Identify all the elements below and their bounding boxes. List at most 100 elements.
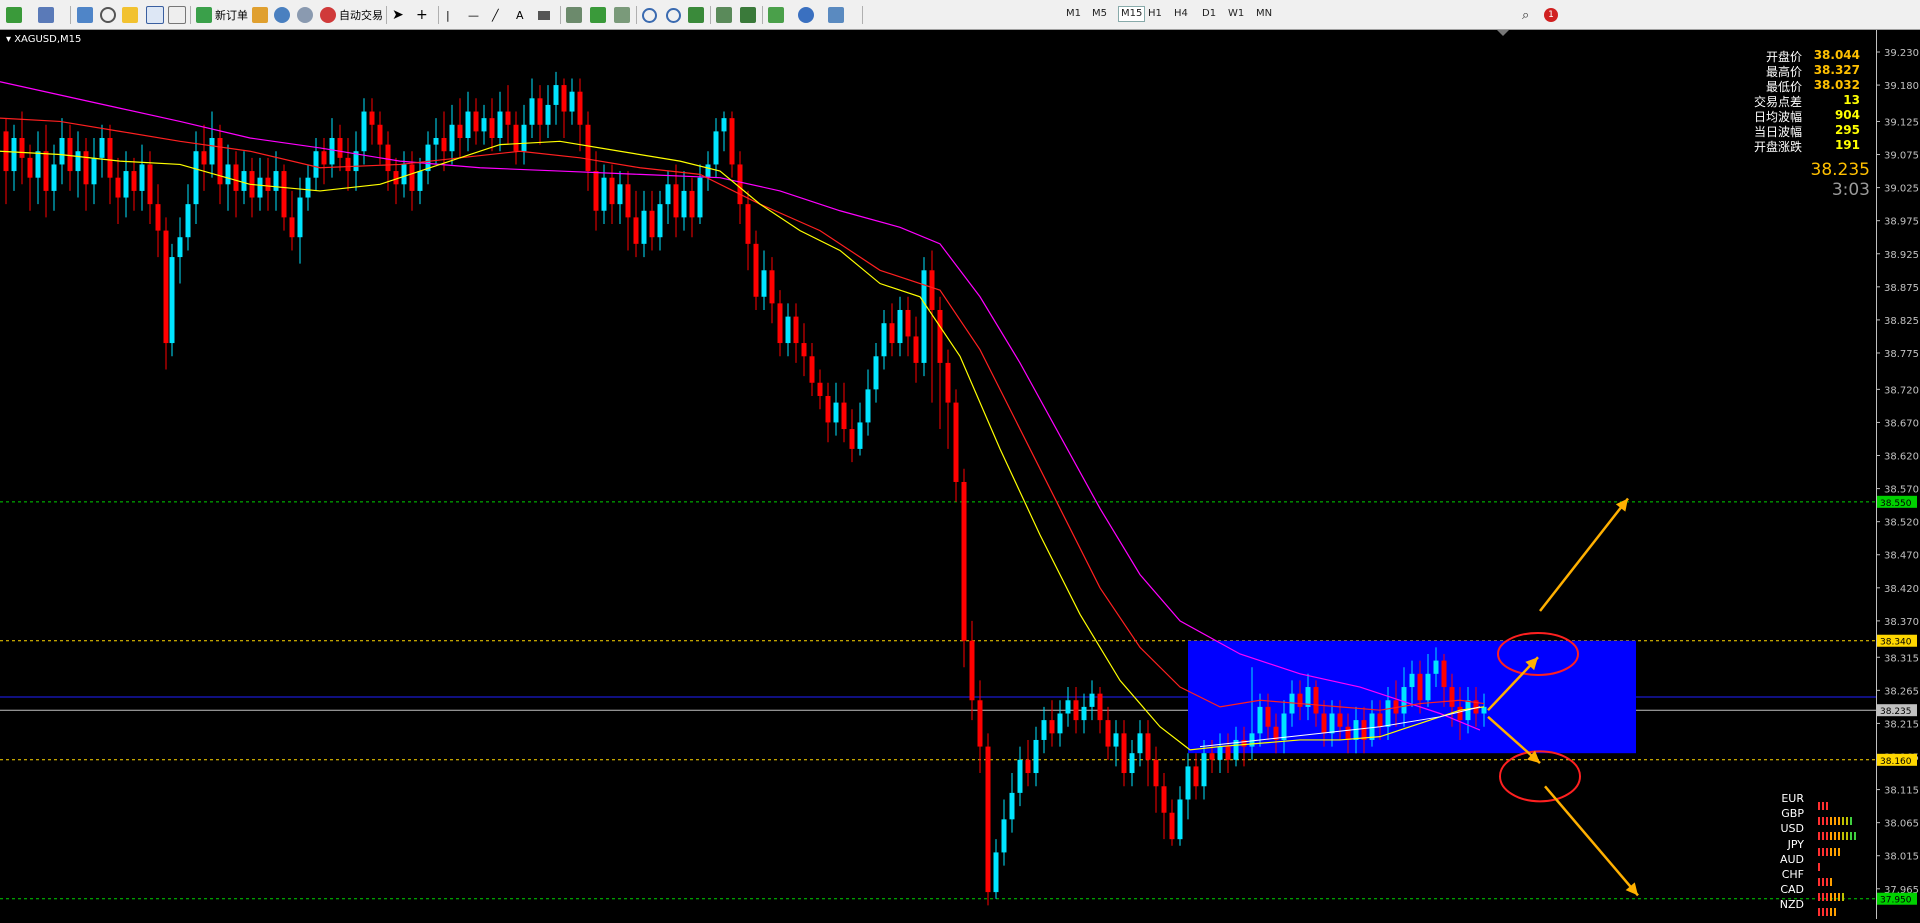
price-tick-label: 38.975	[1884, 217, 1919, 228]
trendline-button[interactable]: ╱	[492, 4, 499, 26]
price-tick-label: 38.115	[1884, 786, 1919, 797]
chart-shift-button[interactable]	[716, 4, 732, 26]
candle-body	[281, 171, 287, 218]
candle-body	[1401, 687, 1407, 714]
label-tool-button[interactable]	[538, 4, 550, 26]
candle-body	[521, 124, 527, 152]
new-chart-button[interactable]	[6, 4, 22, 26]
auto-trading-button[interactable]: 自动交易	[320, 4, 383, 26]
candle-body	[1425, 673, 1431, 701]
candle-body	[169, 257, 175, 344]
timeframe-m15[interactable]: M15	[1118, 6, 1146, 22]
strategy-tester-button[interactable]	[168, 4, 186, 26]
candle-body	[1025, 759, 1031, 774]
candle-body	[961, 481, 967, 641]
candle-body	[713, 131, 719, 165]
vertical-line-button[interactable]: |	[446, 4, 450, 26]
candle-body	[51, 164, 57, 191]
market-button[interactable]	[297, 4, 313, 26]
candle-body	[337, 137, 343, 158]
price-tick-label: 38.015	[1884, 852, 1919, 863]
candle-body	[1313, 687, 1319, 714]
candle-body	[657, 204, 663, 238]
market-watch-button[interactable]	[77, 4, 93, 26]
line-chart-button[interactable]	[614, 4, 630, 26]
timeframe-d1[interactable]: D1	[1202, 8, 1216, 19]
horizontal-line-button[interactable]: —	[468, 4, 479, 26]
cursor-tool-button[interactable]: ➤	[392, 4, 404, 26]
candle-body	[585, 124, 591, 172]
indicators-button[interactable]	[768, 4, 784, 26]
data-window-button[interactable]	[100, 4, 116, 26]
price-tick-label: 39.075	[1884, 151, 1919, 162]
candle-body	[1409, 673, 1415, 688]
periods-button[interactable]	[798, 4, 814, 26]
price-tick-label: 39.180	[1884, 81, 1919, 92]
profiles-button[interactable]	[38, 4, 54, 26]
candle-chart-button[interactable]	[590, 4, 606, 26]
info-value: 904	[1834, 108, 1860, 122]
zoom-in-button[interactable]	[642, 4, 657, 26]
candle-body	[857, 422, 863, 449]
bar-chart-button[interactable]	[566, 4, 582, 26]
candle-body	[1377, 713, 1383, 727]
candle-body	[177, 237, 183, 258]
signals-button[interactable]	[274, 4, 290, 26]
info-value: 38.032	[1813, 78, 1860, 92]
candle-body	[115, 177, 121, 198]
zoom-out-button[interactable]	[666, 4, 681, 26]
candle-body	[1337, 713, 1343, 727]
candle-body	[777, 303, 783, 344]
candle-body	[409, 164, 415, 191]
meta-editor-button[interactable]	[252, 4, 268, 26]
crosshair-target-icon	[100, 7, 116, 23]
timeframe-m1[interactable]: M1	[1066, 8, 1081, 19]
price-chart[interactable]: 39.230 39.180 39.125 39.075 39.025 38.975 38.9…	[0, 30, 1920, 919]
candle-body	[1153, 759, 1159, 787]
notifications-button[interactable]: 1	[1544, 4, 1558, 26]
navigator-button[interactable]	[122, 4, 138, 26]
price-tick-label: 38.470	[1884, 551, 1919, 562]
candle-body	[241, 171, 247, 191]
tile-windows-button[interactable]	[688, 4, 704, 26]
candle-body	[969, 640, 975, 701]
candle-body	[1201, 753, 1207, 787]
info-value: 191	[1834, 138, 1860, 152]
autoscroll-button[interactable]	[740, 4, 756, 26]
templates-button[interactable]	[828, 4, 844, 26]
new-order-button[interactable]: 新订单	[196, 4, 248, 26]
price-tick-label: 39.125	[1884, 117, 1919, 128]
timeframe-h4[interactable]: H4	[1174, 8, 1188, 19]
candle-body	[817, 382, 823, 396]
label-tool-icon	[538, 10, 550, 20]
currency-code: USD	[1780, 822, 1804, 836]
price-tick-label: 39.230	[1884, 48, 1919, 59]
candle-body	[593, 171, 599, 211]
crosshair-tool-button[interactable]: +	[416, 4, 428, 26]
candle-body	[185, 204, 191, 238]
candle-body	[505, 111, 511, 125]
terminal-button[interactable]	[146, 4, 164, 26]
candle-body	[689, 190, 695, 218]
candle-body	[729, 118, 735, 165]
candle-body	[305, 177, 311, 198]
candle-body	[537, 98, 543, 125]
market-watch-icon	[77, 7, 93, 23]
chart-shift-icon	[716, 7, 732, 23]
search-button[interactable]: ⌕	[1522, 4, 1529, 26]
candle-body	[1185, 766, 1191, 800]
chart-background	[0, 30, 1920, 919]
price-tick-label: 38.065	[1884, 819, 1919, 830]
candle-body	[529, 98, 535, 125]
candle-body	[1361, 720, 1367, 740]
candle-body	[825, 395, 831, 423]
candle-body	[75, 151, 81, 172]
chart-canvas[interactable]: 39.230 39.180 39.125 39.075 39.025 38.975 38.9…	[0, 30, 1920, 919]
candle-body	[993, 852, 999, 893]
candle-body	[393, 171, 399, 185]
text-tool-button[interactable]: A	[516, 4, 524, 26]
timeframe-h1[interactable]: H1	[1148, 8, 1162, 19]
timeframe-w1[interactable]: W1	[1228, 8, 1244, 19]
timeframe-m5[interactable]: M5	[1092, 8, 1107, 19]
timeframe-mn[interactable]: MN	[1256, 8, 1272, 19]
